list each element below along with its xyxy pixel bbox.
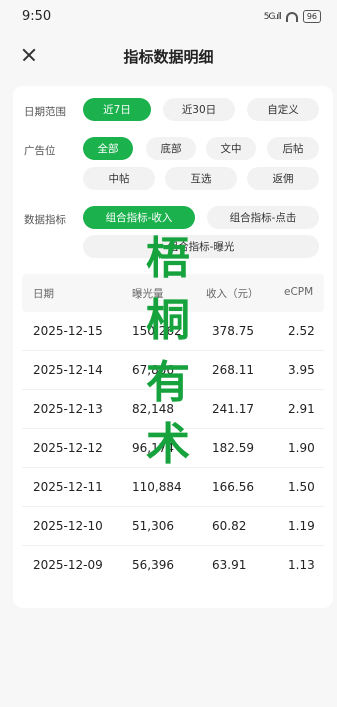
signal-icon: 5G.ıll	[263, 11, 282, 22]
cell-revenue: 182.59	[212, 441, 254, 455]
ad-slot-all[interactable]: 全部	[83, 137, 133, 160]
battery-icon: 96	[302, 10, 321, 23]
metric-option-clicks[interactable]: 组合指标-点击	[207, 206, 319, 229]
filter-and-table-card: 日期范围 近7日 近30日 自定义 广告位 全部 底部 文中 后帖 中帖 互选 …	[13, 86, 333, 608]
wifi-icon	[285, 11, 298, 22]
date-option-custom[interactable]: 自定义	[247, 98, 319, 121]
cell-revenue: 268.11	[212, 363, 254, 377]
cell-date: 2025-12-14	[33, 363, 103, 377]
ad-slot-mutual-select[interactable]: 互选	[165, 167, 237, 190]
cell-date: 2025-12-12	[33, 441, 103, 455]
table-row: 2025-12-12 96,174 182.59 1.90	[22, 429, 324, 468]
metric-option-impressions[interactable]: 组合指标-曝光	[83, 235, 319, 258]
cell-impressions: 56,396	[132, 558, 174, 572]
cell-impressions: 150,262	[132, 324, 182, 338]
ad-slot-mid-post[interactable]: 中帖	[83, 167, 155, 190]
cell-date: 2025-12-13	[33, 402, 103, 416]
cell-ecpm: 1.50	[288, 480, 315, 494]
cell-revenue: 241.17	[212, 402, 254, 416]
table-row: 2025-12-09 56,396 63.91 1.13	[22, 546, 324, 585]
ad-slot-after-post[interactable]: 后帖	[267, 137, 319, 160]
column-header-revenue: 收入（元）	[206, 288, 259, 300]
cell-impressions: 82,148	[132, 402, 174, 416]
cell-date: 2025-12-11	[33, 480, 103, 494]
metric-option-revenue[interactable]: 组合指标-收入	[83, 206, 195, 229]
cell-impressions: 96,174	[132, 441, 174, 455]
cell-ecpm: 2.91	[288, 402, 315, 416]
cell-date: 2025-12-15	[33, 324, 103, 338]
cell-revenue: 378.75	[212, 324, 254, 338]
cell-revenue: 166.56	[212, 480, 254, 494]
column-header-impressions: 曝光量	[132, 288, 164, 300]
cell-revenue: 60.82	[212, 519, 247, 533]
date-option-30d[interactable]: 近30日	[163, 98, 235, 121]
date-range-label: 日期范围	[24, 106, 66, 118]
table-row: 2025-12-14 67,806 268.11 3.95	[22, 351, 324, 390]
cell-ecpm: 2.52	[288, 324, 315, 338]
page-title: 指标数据明细	[123, 48, 214, 66]
cell-impressions: 110,884	[132, 480, 182, 494]
nav-bar: 指标数据明细	[0, 34, 337, 78]
ad-slot-in-text[interactable]: 文中	[206, 137, 256, 160]
table-row: 2025-12-15 150,262 378.75 2.52	[22, 312, 324, 351]
table-row: 2025-12-11 110,884 166.56 1.50	[22, 468, 324, 507]
status-bar: 9:50 5G.ıll 96	[0, 0, 337, 34]
cell-ecpm: 1.19	[288, 519, 315, 533]
ad-slot-rebate[interactable]: 返佣	[247, 167, 319, 190]
cell-revenue: 63.91	[212, 558, 247, 572]
status-time: 9:50	[22, 9, 52, 24]
status-icons: 5G.ıll 96	[264, 10, 321, 23]
ad-slot-label: 广告位	[24, 145, 56, 157]
cell-date: 2025-12-09	[33, 558, 103, 572]
cell-ecpm: 3.95	[288, 363, 315, 377]
table-row: 2025-12-13 82,148 241.17 2.91	[22, 390, 324, 429]
cell-ecpm: 1.13	[288, 558, 315, 572]
date-option-7d[interactable]: 近7日	[83, 98, 151, 121]
column-header-ecpm: eCPM	[284, 286, 314, 298]
ad-slot-bottom[interactable]: 底部	[146, 137, 196, 160]
cell-ecpm: 1.90	[288, 441, 315, 455]
cell-date: 2025-12-10	[33, 519, 103, 533]
cell-impressions: 67,806	[132, 363, 174, 377]
table-row: 2025-12-10 51,306 60.82 1.19	[22, 507, 324, 546]
table-header: 日期 曝光量 收入（元） eCPM	[22, 274, 324, 312]
metric-label: 数据指标	[24, 214, 66, 226]
cell-impressions: 51,306	[132, 519, 174, 533]
column-header-date: 日期	[33, 288, 54, 300]
